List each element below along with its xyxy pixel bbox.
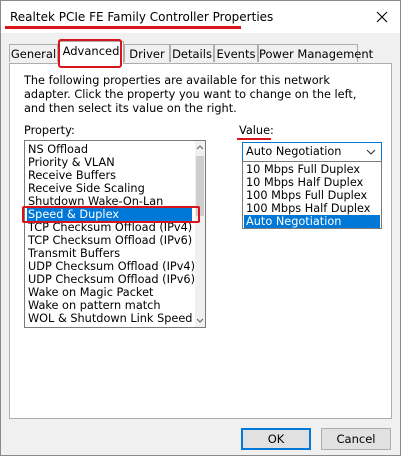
- title-bar: Realtek PCIe FE Family Controller Proper…: [1, 1, 400, 33]
- property-label: Property:: [24, 124, 75, 137]
- scroll-down-button[interactable]: [195, 313, 205, 327]
- tab-details[interactable]: Details: [170, 44, 214, 62]
- property-list[interactable]: NS Offload Priority & VLAN Receive Buffe…: [24, 140, 206, 328]
- value-label: Value:: [239, 124, 274, 137]
- tab-events[interactable]: Events: [214, 44, 258, 62]
- property-item-tcp-checksum-ipv6[interactable]: TCP Checksum Offload (IPv6): [27, 234, 192, 247]
- title-annotation-underline: [5, 26, 241, 29]
- window-title: Realtek PCIe FE Family Controller Proper…: [10, 10, 274, 24]
- value-selected-text: Auto Negotiation: [246, 145, 342, 158]
- value-annotation-underline: [237, 138, 271, 140]
- property-annotation-box: [22, 206, 200, 223]
- tab-driver[interactable]: Driver: [124, 44, 170, 62]
- value-dropdown-list: 10 Mbps Full Duplex 10 Mbps Half Duplex …: [242, 161, 382, 229]
- close-button[interactable]: [369, 5, 395, 29]
- property-item-wol-shutdown-link-speed[interactable]: WOL & Shutdown Link Speed: [27, 312, 192, 325]
- scroll-up-arrow-icon: [196, 145, 204, 150]
- panel-description: The following properties are available f…: [24, 74, 357, 115]
- value-option-auto-negotiation[interactable]: Auto Negotiation: [244, 215, 380, 228]
- scroll-up-button[interactable]: [195, 141, 205, 155]
- properties-dialog: Realtek PCIe FE Family Controller Proper…: [0, 0, 401, 456]
- tab-power-management[interactable]: Power Management: [258, 44, 373, 62]
- advanced-panel: The following properties are available f…: [9, 63, 392, 419]
- tab-annotation-box: [58, 39, 122, 68]
- chevron-down-icon: [366, 149, 376, 155]
- ok-button[interactable]: OK: [241, 428, 311, 450]
- property-item-wake-on-pattern-match[interactable]: Wake on pattern match: [27, 299, 192, 312]
- property-item-receive-buffers[interactable]: Receive Buffers: [27, 169, 192, 182]
- value-option-100-half[interactable]: 100 Mbps Half Duplex: [244, 202, 380, 215]
- property-list-scrollbar[interactable]: [195, 141, 205, 327]
- property-item-receive-side-scaling[interactable]: Receive Side Scaling: [27, 182, 192, 195]
- value-select[interactable]: Auto Negotiation: [242, 142, 382, 162]
- close-icon: [376, 11, 388, 23]
- value-option-100-full[interactable]: 100 Mbps Full Duplex: [244, 189, 380, 202]
- cancel-button[interactable]: Cancel: [321, 428, 391, 450]
- property-item-wake-on-magic-packet[interactable]: Wake on Magic Packet: [27, 286, 192, 299]
- property-item-priority-vlan[interactable]: Priority & VLAN: [27, 156, 192, 169]
- tab-general[interactable]: General: [9, 44, 58, 62]
- property-item-udp-checksum-ipv4[interactable]: UDP Checksum Offload (IPv4): [27, 260, 195, 273]
- scroll-down-arrow-icon: [196, 318, 204, 323]
- property-item-udp-checksum-ipv6[interactable]: UDP Checksum Offload (IPv6): [27, 273, 195, 286]
- property-item-transmit-buffers[interactable]: Transmit Buffers: [27, 247, 192, 260]
- value-option-10-half[interactable]: 10 Mbps Half Duplex: [244, 176, 380, 189]
- value-option-10-full[interactable]: 10 Mbps Full Duplex: [244, 163, 380, 176]
- property-item-ns-offload[interactable]: NS Offload: [27, 143, 192, 156]
